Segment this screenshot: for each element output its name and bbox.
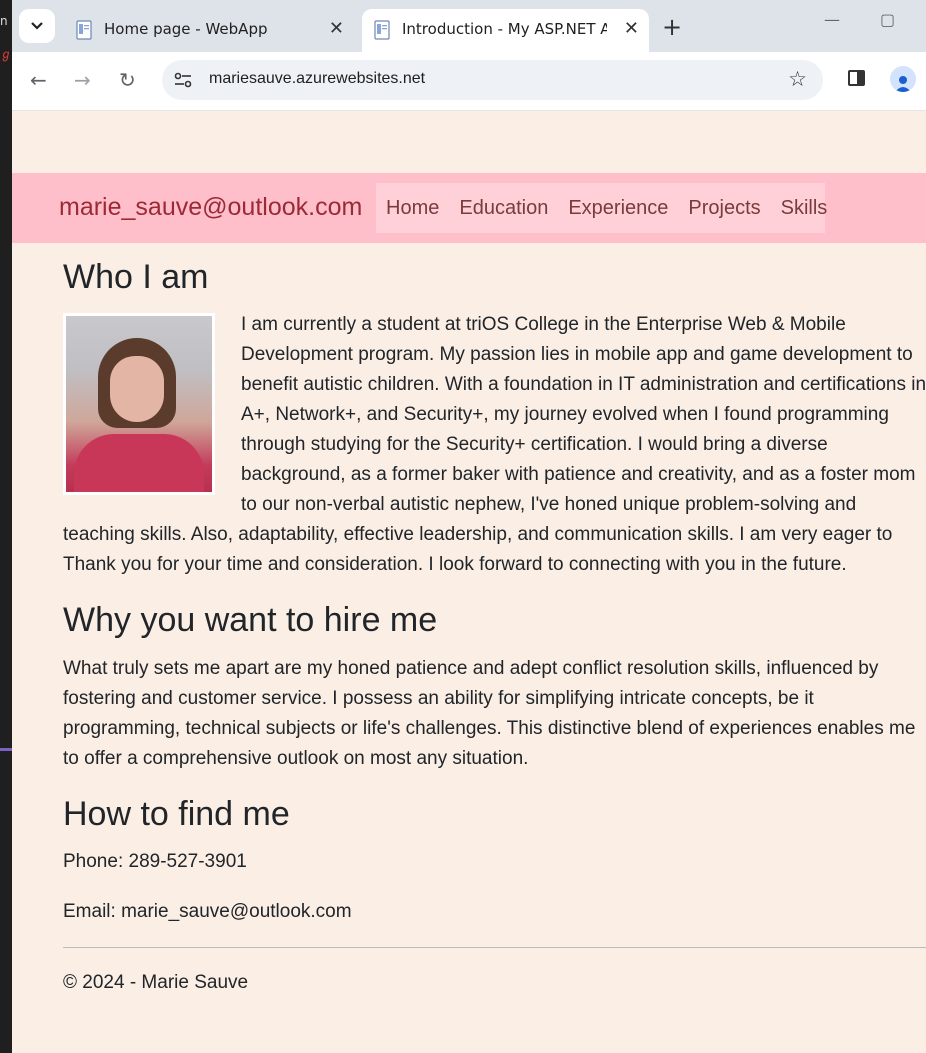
bookmark-star-icon[interactable]: ☆ bbox=[788, 67, 807, 91]
nav-link-projects[interactable]: Projects bbox=[678, 197, 770, 220]
who-heading: Who I am bbox=[63, 258, 209, 296]
profile-avatar-icon[interactable] bbox=[890, 66, 916, 92]
tab-strip: Home page - WebApp ✕ Introduction - My A… bbox=[12, 0, 926, 52]
nav-link-education[interactable]: Education bbox=[449, 197, 558, 220]
chevron-down-icon bbox=[31, 22, 43, 30]
nav-link-home[interactable]: Home bbox=[376, 197, 449, 220]
tab-home-page[interactable]: Home page - WebApp ✕ bbox=[64, 9, 354, 52]
why-section: Why you want to hire me What truly sets … bbox=[63, 601, 926, 773]
minimize-icon[interactable]: — bbox=[824, 10, 840, 29]
new-tab-plus-icon[interactable]: + bbox=[662, 13, 682, 41]
main-content: Who I am I am currently a student at tri… bbox=[63, 258, 926, 998]
address-bar[interactable]: mariesauve.azurewebsites.net ☆ bbox=[162, 60, 823, 100]
side-panel-icon[interactable] bbox=[848, 70, 865, 86]
nav-links: Home Education Experience Projects Skill… bbox=[376, 183, 827, 233]
nav-link-experience[interactable]: Experience bbox=[558, 197, 678, 220]
why-heading: Why you want to hire me bbox=[63, 601, 438, 640]
reload-icon[interactable]: ↻ bbox=[119, 68, 136, 92]
phone-text: Phone: 289-527-3901 bbox=[63, 851, 247, 873]
who-section: Who I am I am currently a student at tri… bbox=[63, 258, 926, 580]
tab-title: Home page - WebApp bbox=[104, 20, 268, 38]
url-text: mariesauve.azurewebsites.net bbox=[209, 70, 426, 87]
profile-photo bbox=[63, 313, 215, 496]
footer-text: © 2024 - Marie Sauve bbox=[63, 972, 249, 994]
site-brand-link[interactable]: marie_sauve@outlook.com bbox=[59, 193, 362, 222]
desktop-background-strip: n ℊ bbox=[0, 0, 12, 1053]
desktop-accent-line bbox=[0, 748, 12, 751]
tab-search-button[interactable] bbox=[19, 9, 55, 43]
tab-title: Introduction - My ASP.NET App bbox=[402, 20, 607, 38]
tab-introduction[interactable]: Introduction - My ASP.NET App ✕ bbox=[362, 9, 649, 52]
page-footer: © 2024 - Marie Sauve bbox=[63, 947, 926, 998]
web-page: marie_sauve@outlook.com Home Education E… bbox=[12, 111, 926, 1053]
browser-window: Home page - WebApp ✕ Introduction - My A… bbox=[12, 0, 926, 1053]
site-navbar: marie_sauve@outlook.com Home Education E… bbox=[12, 173, 926, 243]
close-icon[interactable]: ✕ bbox=[329, 18, 344, 39]
why-paragraph: What truly sets me apart are my honed pa… bbox=[63, 657, 916, 769]
page-icon bbox=[374, 20, 390, 40]
maximize-icon[interactable]: ▢ bbox=[880, 10, 895, 29]
site-settings-icon bbox=[174, 72, 192, 88]
forward-arrow-icon[interactable]: → bbox=[74, 68, 91, 92]
browser-toolbar: ← → ↻ mariesauve.azurewebsites.net ☆ bbox=[12, 52, 926, 111]
email-text: Email: marie_sauve@outlook.com bbox=[63, 901, 352, 923]
desktop-glyph: ℊ bbox=[0, 47, 13, 61]
page-icon bbox=[76, 20, 92, 40]
contact-heading: How to find me bbox=[63, 794, 290, 833]
close-icon[interactable]: ✕ bbox=[624, 18, 639, 39]
nav-link-skills[interactable]: Skills bbox=[771, 197, 838, 220]
contact-section: How to find me Phone: 289-527-3901 Email… bbox=[63, 794, 926, 927]
back-arrow-icon[interactable]: ← bbox=[30, 68, 47, 92]
desktop-glyph: n bbox=[0, 14, 8, 28]
